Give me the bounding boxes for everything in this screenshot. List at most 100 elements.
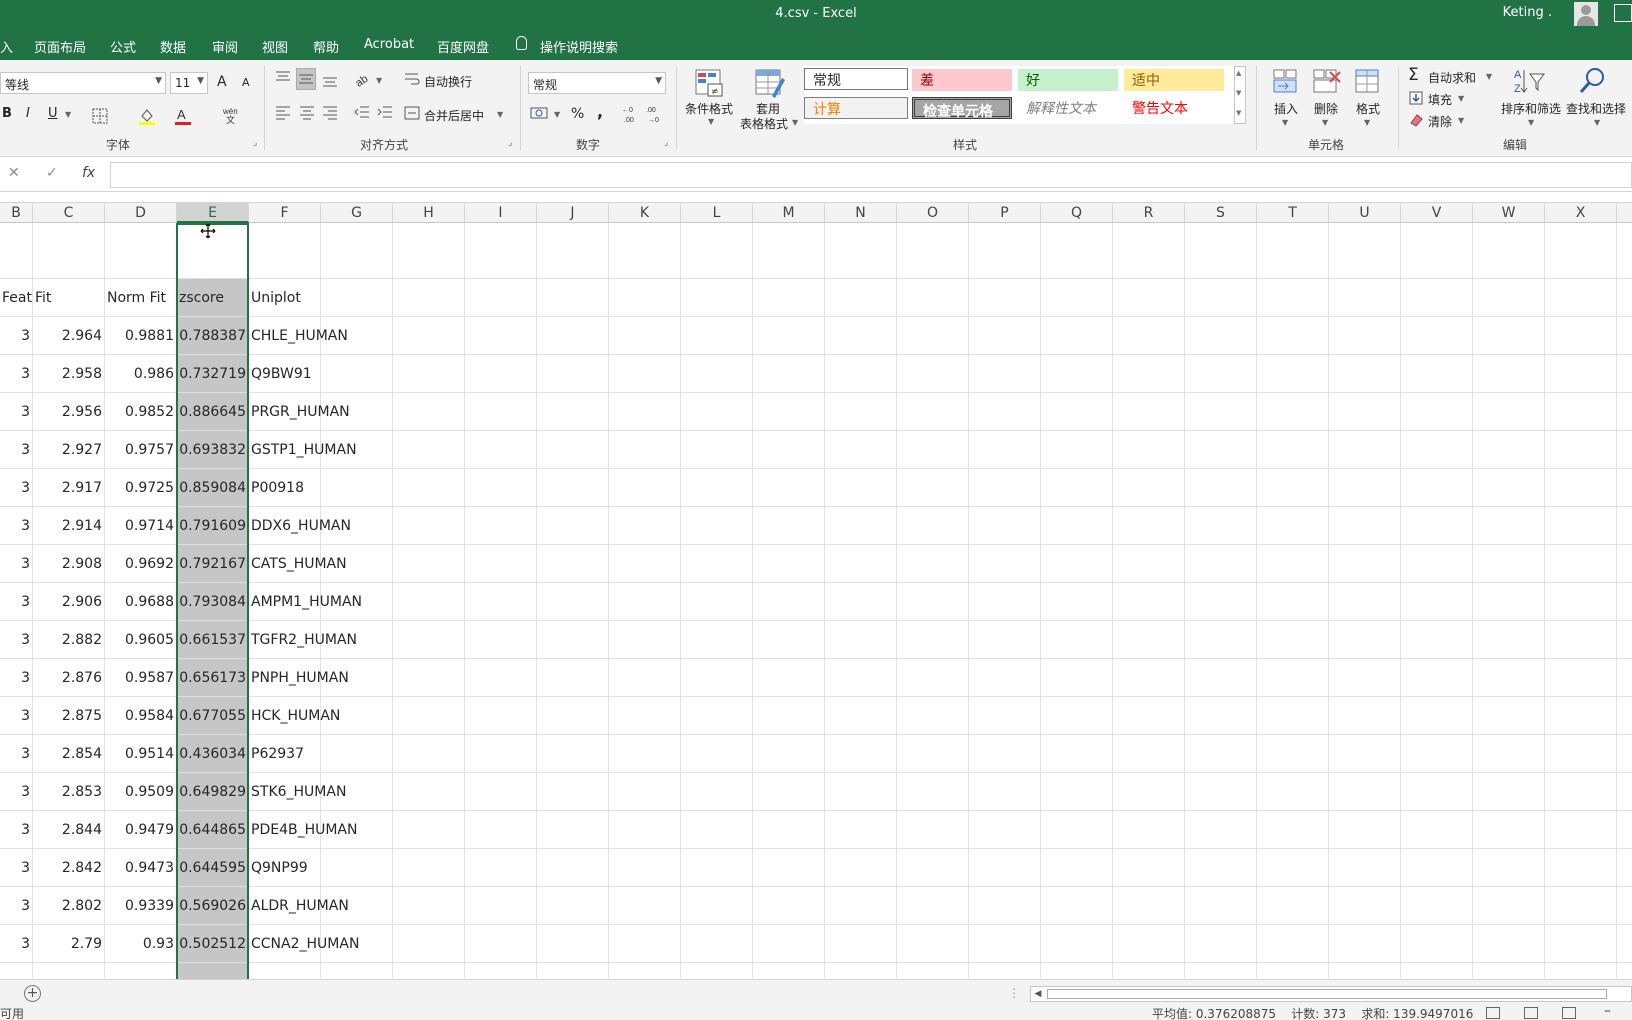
cell-d[interactable]: 0.93 bbox=[105, 925, 177, 963]
cell-f[interactable]: CHLE_HUMAN bbox=[249, 317, 389, 355]
find-select-icon[interactable] bbox=[1578, 66, 1608, 96]
scrollbar-thumb[interactable] bbox=[1047, 989, 1607, 999]
chevron-down-icon[interactable]: ▼ bbox=[1364, 118, 1370, 127]
zoom-out-icon[interactable]: – bbox=[1604, 1003, 1611, 1019]
cell-c[interactable]: 2.842 bbox=[33, 849, 105, 887]
cell-f[interactable]: CATS_HUMAN bbox=[249, 545, 389, 583]
column-header-c[interactable]: C bbox=[33, 203, 105, 223]
cell-d[interactable]: 0.9514 bbox=[105, 735, 177, 773]
cell-c[interactable]: 2.79 bbox=[33, 925, 105, 963]
tab-insert[interactable]: 入 bbox=[0, 37, 13, 56]
cell-f[interactable]: HCK_HUMAN bbox=[249, 697, 389, 735]
delete-cells-button[interactable]: 删除 bbox=[1314, 100, 1338, 117]
cell-b[interactable]: 3 bbox=[0, 317, 33, 355]
column-header-d[interactable]: D bbox=[105, 203, 177, 223]
insert-cells-icon[interactable] bbox=[1272, 68, 1300, 96]
cell-b[interactable]: 3 bbox=[0, 735, 33, 773]
style-check-cell[interactable]: 检查单元格 bbox=[912, 97, 1012, 120]
style-normal[interactable]: 常规 bbox=[804, 68, 908, 90]
tab-acrobat[interactable]: Acrobat bbox=[364, 37, 414, 52]
conditional-formatting-button[interactable]: 条件格式 bbox=[685, 100, 733, 117]
cell-c[interactable]: 2.875 bbox=[33, 697, 105, 735]
cell-f[interactable]: STK6_HUMAN bbox=[249, 773, 389, 811]
scroll-up-icon[interactable]: ▲ bbox=[1236, 69, 1241, 77]
cell-d[interactable]: 0.9605 bbox=[105, 621, 177, 659]
accounting-format-icon[interactable] bbox=[530, 106, 550, 122]
percent-style-button[interactable]: % bbox=[571, 106, 584, 122]
cell-f[interactable]: GSTP1_HUMAN bbox=[249, 431, 389, 469]
tab-view[interactable]: 视图 bbox=[262, 37, 288, 56]
chevron-down-icon[interactable]: ▼ bbox=[1458, 116, 1464, 125]
cell-f[interactable]: P00918 bbox=[249, 469, 389, 507]
align-left-icon[interactable] bbox=[275, 104, 291, 120]
align-right-icon[interactable] bbox=[322, 104, 338, 120]
style-good[interactable]: 好 bbox=[1018, 69, 1118, 91]
cell-c[interactable]: 2.854 bbox=[33, 735, 105, 773]
italic-button[interactable]: I bbox=[26, 106, 30, 121]
column-header-b[interactable]: B bbox=[0, 203, 33, 223]
format-as-table-button[interactable]: 表格格式 bbox=[740, 115, 788, 132]
merge-center-icon[interactable] bbox=[404, 105, 420, 121]
cell-d[interactable]: 0.9688 bbox=[105, 583, 177, 621]
comma-style-button[interactable]: , bbox=[597, 102, 603, 121]
find-select-button[interactable]: 查找和选择 bbox=[1566, 100, 1626, 117]
tab-page-layout[interactable]: 页面布局 bbox=[34, 37, 86, 56]
tell-me-search[interactable]: 操作说明搜索 bbox=[540, 37, 618, 56]
cell-f[interactable]: P62937 bbox=[249, 735, 389, 773]
align-bottom-icon[interactable] bbox=[322, 72, 338, 88]
cell-d[interactable]: 0.9584 bbox=[105, 697, 177, 735]
avatar[interactable] bbox=[1574, 2, 1598, 26]
chevron-down-icon[interactable]: ▼ bbox=[708, 117, 714, 126]
number-dialog-launcher-icon[interactable]: ⌟ bbox=[664, 138, 668, 148]
cell-d[interactable]: 0.9339 bbox=[105, 887, 177, 925]
cell-b[interactable]: 3 bbox=[0, 849, 33, 887]
column-header-t[interactable]: T bbox=[1257, 203, 1329, 223]
cell-c[interactable]: 2.853 bbox=[33, 773, 105, 811]
tab-baidu-netdisk[interactable]: 百度网盘 bbox=[437, 37, 489, 56]
cell-f[interactable]: Q9BW91 bbox=[249, 355, 389, 393]
column-header-k[interactable]: K bbox=[609, 203, 681, 223]
add-sheet-button[interactable]: + bbox=[24, 985, 41, 1002]
gallery-more-icon[interactable]: ▼ bbox=[1236, 109, 1241, 117]
cell-c[interactable]: 2.917 bbox=[33, 469, 105, 507]
font-name-select[interactable]: 等线 ▼ bbox=[0, 72, 166, 94]
fill-button[interactable]: 填充 bbox=[1428, 91, 1452, 108]
decrease-decimal-icon[interactable]: .00 →0 bbox=[646, 104, 668, 124]
cell-f[interactable]: PNPH_HUMAN bbox=[249, 659, 389, 697]
tab-data[interactable]: 数据 bbox=[160, 37, 186, 56]
grow-font-button[interactable]: A bbox=[217, 74, 227, 90]
cell-d[interactable]: 0.9714 bbox=[105, 507, 177, 545]
cell-d[interactable]: 0.986 bbox=[105, 355, 177, 393]
style-explanatory[interactable]: 解释性文本 bbox=[1018, 97, 1118, 119]
decrease-indent-icon[interactable] bbox=[354, 104, 370, 120]
cell-c[interactable]: 2.914 bbox=[33, 507, 105, 545]
cell-b[interactable]: 3 bbox=[0, 925, 33, 963]
cell-f[interactable]: DDX6_HUMAN bbox=[249, 507, 389, 545]
tab-formulas[interactable]: 公式 bbox=[110, 37, 136, 56]
column-header-s[interactable]: S bbox=[1185, 203, 1257, 223]
style-bad[interactable]: 差 bbox=[912, 69, 1012, 91]
conditional-formatting-icon[interactable]: ≠ bbox=[694, 68, 726, 98]
user-name[interactable]: Keting . bbox=[1503, 5, 1552, 20]
format-cells-icon[interactable] bbox=[1354, 68, 1382, 96]
cell-d[interactable]: 0.9509 bbox=[105, 773, 177, 811]
align-middle-button[interactable] bbox=[296, 68, 316, 90]
column-header-v[interactable]: V bbox=[1401, 203, 1473, 223]
tab-review[interactable]: 审阅 bbox=[212, 37, 238, 56]
styles-gallery-scroll[interactable]: ▲ ▼ ▼ bbox=[1234, 66, 1246, 124]
sort-filter-icon[interactable]: A Z bbox=[1512, 66, 1546, 96]
shrink-font-button[interactable]: A bbox=[242, 76, 250, 89]
horizontal-scrollbar[interactable]: ◀ bbox=[1030, 986, 1632, 1002]
column-header-h[interactable]: H bbox=[393, 203, 465, 223]
wrap-text-button[interactable]: 自动换行 bbox=[424, 73, 472, 90]
column-header-r[interactable]: R bbox=[1113, 203, 1185, 223]
style-calculation[interactable]: 计算 bbox=[804, 97, 908, 119]
chevron-down-icon[interactable]: ▼ bbox=[1594, 118, 1600, 127]
cell-b[interactable]: 3 bbox=[0, 431, 33, 469]
cell-f[interactable]: PDE4B_HUMAN bbox=[249, 811, 389, 849]
cell-b[interactable]: 3 bbox=[0, 697, 33, 735]
chevron-down-icon[interactable]: ▼ bbox=[1486, 72, 1492, 81]
cell-b[interactable]: 3 bbox=[0, 659, 33, 697]
cell-d[interactable]: 0.9479 bbox=[105, 811, 177, 849]
page-layout-view-icon[interactable] bbox=[1524, 1007, 1538, 1019]
